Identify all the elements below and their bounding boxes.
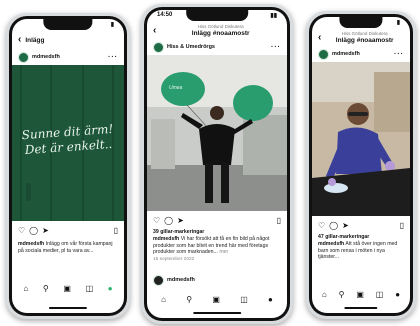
post-caption: 39 gillar-markeringar mdmedsfh Vi har fö… <box>153 229 281 263</box>
home-indicator <box>193 312 241 314</box>
back-arrow-icon[interactable]: ‹ <box>18 35 21 45</box>
shop-icon[interactable]: ◫ <box>86 284 94 293</box>
shop-icon[interactable]: ◫ <box>240 295 248 304</box>
post-account-row[interactable]: mdmedsfh ··· <box>318 48 404 60</box>
account-name[interactable]: mdmedsfh <box>32 54 60 60</box>
bookmark-icon[interactable]: ▯ <box>277 216 281 225</box>
more-options-icon[interactable]: ··· <box>394 51 404 58</box>
caption-user[interactable]: mdmedsfh <box>153 236 179 242</box>
header-title: Inlägg <box>25 36 45 44</box>
notch <box>339 17 383 28</box>
more-options-icon[interactable]: ··· <box>271 44 281 51</box>
avatar[interactable] <box>153 41 164 53</box>
comment-icon[interactable]: ◯ <box>29 226 38 235</box>
post-caption: mdmedsfh Inlägg om vår första kampanj på… <box>18 241 118 255</box>
bookmark-icon[interactable]: ▯ <box>400 221 404 230</box>
post-caption: 47 gillar-markeringar mdmedsfh Att stå ö… <box>318 234 404 261</box>
reels-icon[interactable]: ▣ <box>63 284 71 293</box>
caption-user[interactable]: mdmedsfh <box>318 241 344 247</box>
bottom-tab-bar: ⌂ ⚲ ▣ ◫ ● <box>316 287 406 301</box>
phone-screen: ▮ ‹ Inlägg mdmedsfh ··· Sunne dit ärm! D… <box>12 19 124 313</box>
back-arrow-icon[interactable]: ‹ <box>153 26 156 36</box>
caption-date: 15 september 2022 <box>153 257 195 262</box>
profile-icon[interactable]: ● <box>395 290 400 299</box>
share-icon[interactable]: ➤ <box>342 221 349 230</box>
bookmark-icon[interactable]: ▯ <box>114 226 118 235</box>
bottom-tab-bar: ⌂ ⚲ ▣ ◫ ● <box>151 292 283 306</box>
profile-icon[interactable]: ● <box>108 284 113 293</box>
search-icon[interactable]: ⚲ <box>43 284 49 293</box>
notch <box>186 10 248 21</box>
heart-icon[interactable]: ♡ <box>153 216 160 225</box>
post-actions: ♡ ◯ ➤ ▯ <box>318 220 404 231</box>
post-account-row[interactable]: mdmedsfh ··· <box>18 51 118 63</box>
header-line-1: Hiss Götlund Diskutera <box>341 31 388 37</box>
post-header: ‹ Hiss Götlund Diskutera Inlägg #noaamos… <box>153 23 281 39</box>
header-title: Hiss Götlund Diskutera Inlägg #noaamostr <box>325 31 404 45</box>
phone-right: ▮ ‹ Hiss Götlund Diskutera Inlägg #noaam… <box>306 11 416 319</box>
shop-icon[interactable]: ◫ <box>376 290 384 299</box>
share-icon[interactable]: ➤ <box>177 216 184 225</box>
header-line-2: Inlägg #noaamostr <box>191 30 250 37</box>
phone-screen: 14:50 ▮▮ ‹ Hiss Götlund Diskutera Inlägg… <box>147 10 287 318</box>
comment-icon[interactable]: ◯ <box>329 221 338 230</box>
search-icon[interactable]: ⚲ <box>339 290 345 299</box>
account-name[interactable]: Hiss & Umedrörgs <box>167 44 215 50</box>
header-line-1: Hiss Götlund Diskutera <box>197 24 244 30</box>
cleaning-person-photo <box>312 62 410 216</box>
home-icon[interactable]: ⌂ <box>322 290 327 299</box>
phone-center: 14:50 ▮▮ ‹ Hiss Götlund Diskutera Inlägg… <box>141 4 293 324</box>
reels-icon[interactable]: ▣ <box>356 290 364 299</box>
avatar[interactable] <box>318 48 329 60</box>
post-actions: ♡ ◯ ➤ ▯ <box>18 225 118 236</box>
home-indicator <box>344 307 378 309</box>
woman-with-balloons-photo <box>147 55 287 211</box>
account-name[interactable]: mdmedsfh <box>332 51 360 57</box>
post-image <box>312 62 410 216</box>
caption-user[interactable]: mdmedsfh <box>18 241 44 247</box>
bottom-tab-bar: ⌂ ⚲ ▣ ◫ ● <box>16 281 120 295</box>
home-icon[interactable]: ⌂ <box>161 295 166 304</box>
heart-icon[interactable]: ♡ <box>318 221 325 230</box>
notch <box>43 19 93 30</box>
balloon-label: Umea <box>169 85 183 91</box>
avatar[interactable] <box>18 51 29 63</box>
post-actions: ♡ ◯ ➤ ▯ <box>153 215 281 226</box>
post-image: Umea <box>147 55 287 211</box>
battery-icon: ▮ <box>110 22 114 28</box>
comment-row[interactable]: mdmedsfh <box>153 274 281 286</box>
phone-left: ▮ ‹ Inlägg mdmedsfh ··· Sunne dit ärm! D… <box>6 13 130 319</box>
caption-more[interactable]: mer <box>219 249 228 255</box>
heart-icon[interactable]: ♡ <box>18 226 25 235</box>
search-icon[interactable]: ⚲ <box>186 295 192 304</box>
likes-count[interactable]: 39 gillar-markeringar <box>153 229 281 236</box>
header-line-2: Inlägg #noaamostr <box>335 37 394 44</box>
profile-icon[interactable]: ● <box>268 295 273 304</box>
likes-count[interactable]: 47 gillar-markeringar <box>318 234 404 241</box>
post-image: Sunne dit ärm! Det är enkelt.. <box>12 65 124 221</box>
back-arrow-icon[interactable]: ‹ <box>318 33 321 43</box>
reels-icon[interactable]: ▣ <box>212 295 220 304</box>
post-account-row[interactable]: Hiss & Umedrörgs ··· <box>153 41 281 53</box>
avatar[interactable] <box>153 274 164 286</box>
share-icon[interactable]: ➤ <box>42 226 49 235</box>
comment-user[interactable]: mdmedsfh <box>167 277 195 283</box>
status-time: 14:50 <box>157 12 173 18</box>
post-header: ‹ Hiss Götlund Diskutera Inlägg #noaamos… <box>318 30 404 46</box>
more-options-icon[interactable]: ··· <box>108 54 118 61</box>
battery-icon: ▮▮ <box>270 13 277 19</box>
battery-icon: ▮ <box>396 20 400 26</box>
phone-screen: ▮ ‹ Hiss Götlund Diskutera Inlägg #noaam… <box>312 17 410 313</box>
home-icon[interactable]: ⌂ <box>23 284 28 293</box>
header-title: Hiss Götlund Diskutera Inlägg #noaamostr <box>160 24 281 38</box>
home-indicator <box>48 307 88 309</box>
post-header: ‹ Inlägg <box>18 32 118 48</box>
comment-icon[interactable]: ◯ <box>164 216 173 225</box>
